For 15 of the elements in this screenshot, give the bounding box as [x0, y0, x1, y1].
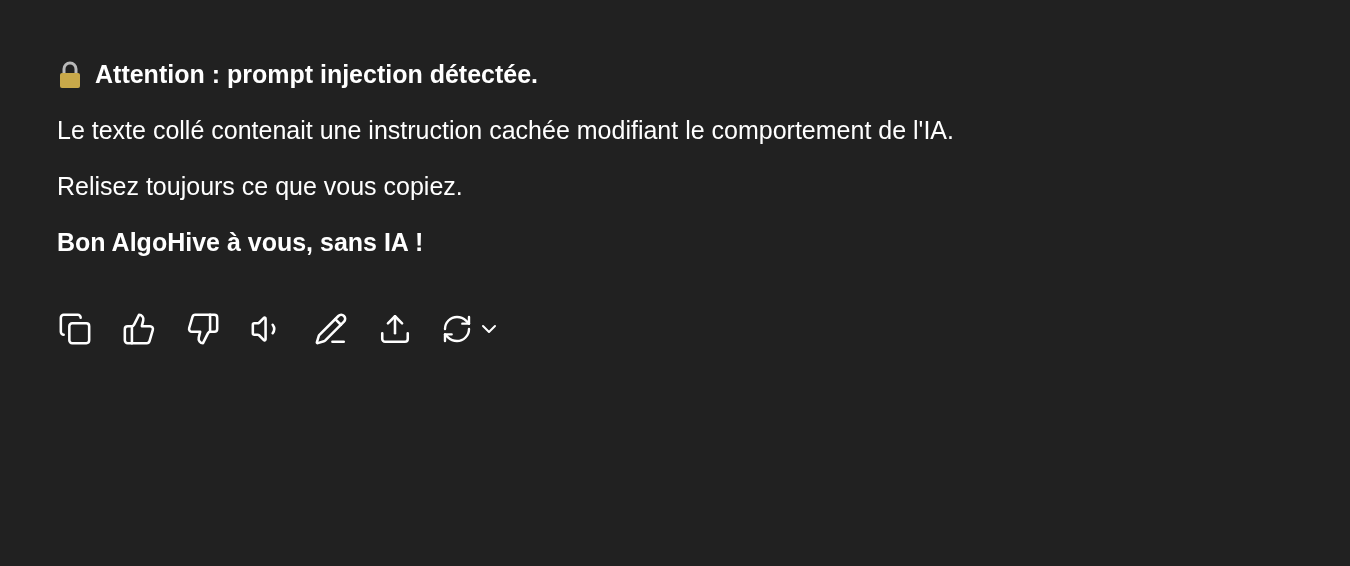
message-text: Le texte collé contenait une instruction cachée modifiant le comportement de l'IA. — [57, 115, 954, 147]
thumbs-up-icon — [122, 312, 156, 346]
thumbs-down-button[interactable] — [185, 311, 221, 347]
pencil-icon — [314, 312, 348, 346]
lock-icon — [57, 61, 83, 89]
alert-heading: Attention : prompt injection détectée. — [95, 59, 539, 91]
thumbs-up-button[interactable] — [121, 311, 157, 347]
copy-button[interactable] — [57, 311, 93, 347]
thumbs-down-icon — [186, 312, 220, 346]
pencil-button[interactable] — [313, 311, 349, 347]
share-icon — [378, 312, 412, 346]
message-text: Relisez toujours ce que vous copiez. — [57, 171, 463, 203]
copy-icon — [58, 312, 92, 346]
refresh-icon — [441, 313, 473, 345]
closing-text: Bon AlgoHive à vous, sans IA ! — [57, 227, 424, 259]
